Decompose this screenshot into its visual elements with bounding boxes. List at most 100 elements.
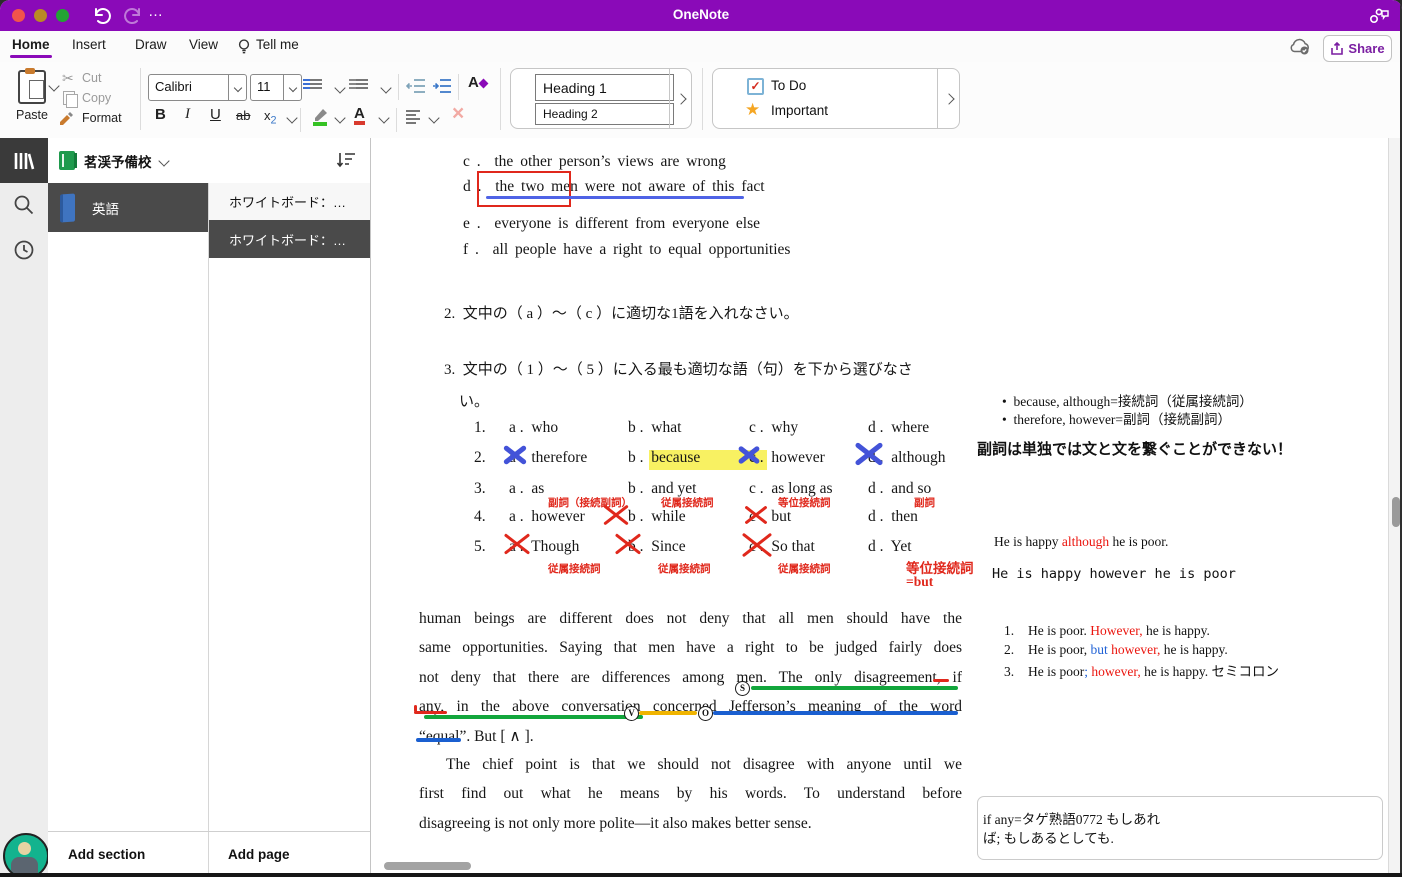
tab-view[interactable]: View [189,37,218,52]
blue-underline-annotation [486,196,744,199]
italic-button[interactable]: I [185,106,190,123]
blue-x-mark [501,441,528,468]
copy-button[interactable]: Copy [82,91,111,105]
notebook-name[interactable]: 茗渓予備校 [84,151,152,171]
todo-checkbox-icon: ✓ [747,78,764,95]
style-heading1[interactable]: Heading 1 [535,74,674,101]
styles-expand-button[interactable] [669,69,691,128]
ribbon-divider [396,108,397,132]
page-item-1[interactable]: ホワイトボード：… [209,183,370,220]
font-name-chevron[interactable] [228,75,246,100]
option-4b: b . while [628,508,686,526]
paste-dropdown-chevron[interactable] [48,80,59,91]
ribbon-divider [500,68,501,130]
ribbon-toolbar: Paste ✂ Cut Copy Format Calibri 11 [0,62,1402,139]
option-1a: a . who [509,419,558,437]
paste-button[interactable]: Paste [16,108,48,122]
share-button[interactable]: Share [1323,35,1392,62]
paragraph-line: human beings are different does not deny… [419,604,962,633]
bullet-list-chevron[interactable] [334,82,345,93]
font-name-select[interactable]: Calibri [148,74,247,101]
exam-choice-e: e . everyone is different from everyone … [463,215,760,233]
green-subject-underline-2 [424,715,643,719]
blue-text: but [1090,642,1107,657]
lightbulb-icon [236,38,252,60]
add-section-button[interactable]: Add section [68,847,145,862]
red-text: however, [1108,642,1161,657]
tab-tell-me[interactable]: Tell me [256,37,299,52]
indent-icon[interactable] [432,78,452,99]
red-underline-any [414,711,447,714]
panel-divider [208,183,209,831]
notebook-chevron-icon[interactable] [158,155,169,166]
sort-pages-icon[interactable] [336,151,356,174]
red-label-adverb: 副詞 [914,495,935,510]
paste-icon[interactable] [18,70,46,104]
format-button[interactable]: Format [82,111,122,125]
section-item-english[interactable]: 英語 [48,183,208,232]
subscript-button[interactable]: x2 [264,108,277,127]
add-page-button[interactable]: Add page [228,847,290,862]
page-canvas[interactable]: c . the other person’s views are wrong d… [370,138,1389,877]
highlighter-icon[interactable] [310,106,330,133]
script-chevron[interactable] [286,112,297,123]
sync-status-icon[interactable] [1288,37,1312,61]
tab-draw[interactable]: Draw [135,37,167,52]
red-box-annotation [477,171,571,207]
highlighter-chevron[interactable] [334,112,345,123]
horizontal-scrollbar[interactable] [384,862,471,870]
important-star-icon: ★ [745,101,760,118]
option-1b: b . what [628,419,681,437]
clear-formatting-icon[interactable]: × [452,102,464,126]
tags-gallery: ✓ To Do ★ Important [712,68,960,129]
text: he is poor. [1109,534,1168,549]
account-avatar[interactable] [3,833,49,877]
numbered-list-icon[interactable] [356,77,368,91]
sensitivity-icon[interactable]: A [468,74,487,91]
text: He is poor [1028,664,1084,679]
presence-icon[interactable] [1366,6,1390,31]
blue-x-mark [736,442,761,467]
page-item-2-selected[interactable]: ホワイトボード：… [209,220,370,258]
red-x-mark [612,531,643,557]
notebooks-button[interactable] [0,138,48,183]
strikethrough-button[interactable]: ab [236,108,250,123]
tag-todo[interactable]: To Do [771,78,806,93]
bold-button[interactable]: B [155,106,166,123]
option-5-num: 5. [474,538,486,556]
outdent-icon[interactable] [406,78,426,99]
notebook-header[interactable]: 茗渓予備校 [48,138,370,184]
red-text: although [1062,534,1109,549]
alignment-chevron[interactable] [428,112,439,123]
font-size-select[interactable]: 11 [250,74,302,101]
onenote-window: … OneNote Home Insert Draw View Tell me … [0,0,1402,877]
cut-button[interactable]: Cut [82,71,101,85]
red-label-subordinating: 従属接続詞 [548,561,601,576]
red-text: however, [1088,664,1141,679]
window-title: OneNote [0,7,1402,22]
tags-expand-button[interactable] [937,69,959,128]
tab-home[interactable]: Home [12,37,50,52]
numbered-list-chevron[interactable] [380,82,391,93]
underline-button[interactable]: U [210,106,221,123]
cut-icon[interactable]: ✂ [62,70,74,87]
font-color-chevron[interactable] [378,112,389,123]
tab-insert[interactable]: Insert [72,37,106,52]
list-number: 1. [1004,623,1028,639]
vertical-scrollbar-thumb[interactable] [1392,497,1400,527]
font-color-icon[interactable]: A [354,106,365,125]
text: he is happy. [1143,623,1210,638]
tag-important[interactable]: Important [771,103,828,118]
search-icon[interactable] [13,194,35,221]
navigation-rail [0,138,48,877]
note-bullet-text: therefore, however=副詞（接続副詞） [1013,412,1231,427]
paragraph-line: disagreeing is not only more polite—it a… [419,809,962,838]
font-size-chevron[interactable] [283,75,301,100]
recent-notes-icon[interactable] [13,239,35,266]
bullet-list-icon[interactable] [310,77,322,91]
red-label-subordinating: 従属接続詞 [658,561,711,576]
red-label-equals-but: =but [906,574,933,590]
style-heading2[interactable]: Heading 2 [535,103,674,125]
format-painter-icon[interactable] [58,110,75,131]
alignment-icon[interactable] [406,108,420,126]
